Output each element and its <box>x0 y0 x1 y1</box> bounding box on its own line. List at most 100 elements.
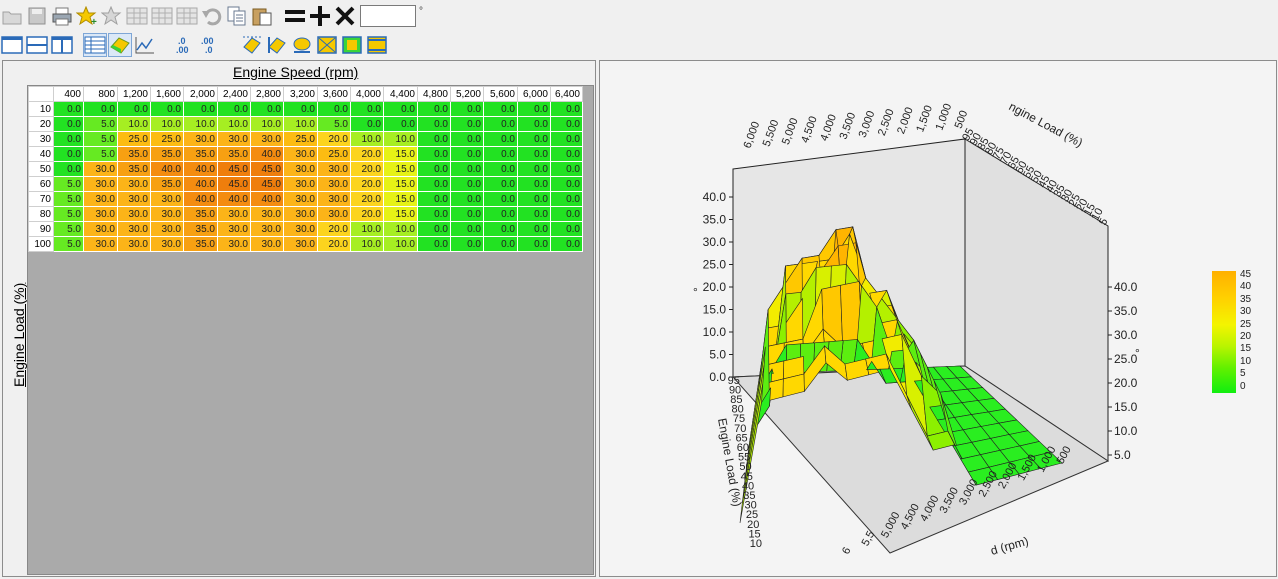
table-cell[interactable]: 25.0 <box>283 131 318 147</box>
table-cell[interactable]: 0.0 <box>483 176 518 192</box>
table-cell[interactable]: 30.0 <box>83 236 118 252</box>
table-cell[interactable]: 30.0 <box>150 221 184 237</box>
table-cell[interactable]: 0.0 <box>483 131 518 147</box>
table-cell[interactable]: 0.0 <box>483 206 518 222</box>
table-cell[interactable]: 30.0 <box>150 236 184 252</box>
table-cell[interactable]: 0.0 <box>317 101 351 117</box>
table-cell[interactable]: 15.0 <box>383 161 418 177</box>
save-button[interactable] <box>25 4 49 28</box>
table-cell[interactable]: 35.0 <box>183 206 218 222</box>
interpolate-vertical-button[interactable] <box>265 33 289 57</box>
row-header[interactable]: 60 <box>28 176 54 192</box>
table-cell[interactable]: 0.0 <box>53 146 84 162</box>
table-cell[interactable]: 0.0 <box>417 191 451 207</box>
table-cell[interactable]: 30.0 <box>250 236 284 252</box>
table-cell[interactable]: 0.0 <box>53 116 84 132</box>
table-cell[interactable]: 5.0 <box>83 131 118 147</box>
add-favorite-button[interactable]: + <box>75 4 99 28</box>
table-cell[interactable]: 5.0 <box>53 176 84 192</box>
column-header[interactable]: 6,400 <box>550 86 583 102</box>
table-cell[interactable]: 0.0 <box>450 206 484 222</box>
table-cell[interactable]: 25.0 <box>317 146 351 162</box>
table-cell[interactable]: 0.0 <box>550 161 583 177</box>
column-header[interactable]: 3,200 <box>283 86 318 102</box>
table-cell[interactable]: 0.0 <box>517 176 551 192</box>
table-cell[interactable]: 0.0 <box>550 146 583 162</box>
table-cell[interactable]: 30.0 <box>217 131 251 147</box>
row-header[interactable]: 90 <box>28 221 54 237</box>
table-cell[interactable]: 0.0 <box>550 176 583 192</box>
table-cell[interactable]: 30.0 <box>283 221 318 237</box>
table-cell[interactable]: 0.0 <box>53 101 84 117</box>
table-cell[interactable]: 30.0 <box>117 191 151 207</box>
table-cell[interactable]: 30.0 <box>283 236 318 252</box>
table-cell[interactable]: 0.0 <box>450 116 484 132</box>
table-cell[interactable]: 0.0 <box>417 116 451 132</box>
smooth-button[interactable] <box>290 33 314 57</box>
table-cell[interactable]: 0.0 <box>517 101 551 117</box>
column-header[interactable]: 2,800 <box>250 86 284 102</box>
select-all-button[interactable] <box>315 33 339 57</box>
table-cell[interactable]: 40.0 <box>217 191 251 207</box>
table-cell[interactable]: 45.0 <box>250 176 284 192</box>
table-cell[interactable]: 40.0 <box>250 191 284 207</box>
set-operator-button[interactable] <box>283 4 307 28</box>
table-cell[interactable]: 0.0 <box>483 116 518 132</box>
table-cell[interactable]: 0.0 <box>450 131 484 147</box>
table-cell[interactable]: 0.0 <box>483 236 518 252</box>
table-cell[interactable]: 15.0 <box>383 146 418 162</box>
table-delete-button[interactable] <box>150 4 174 28</box>
table-cell[interactable]: 10.0 <box>350 236 384 252</box>
table-cell[interactable]: 0.0 <box>483 101 518 117</box>
table-cell[interactable]: 20.0 <box>350 191 384 207</box>
table-cell[interactable]: 30.0 <box>117 176 151 192</box>
table-cell[interactable]: 40.0 <box>150 161 184 177</box>
decrease-decimals-button[interactable]: .0.00 <box>174 33 198 57</box>
table-cell[interactable]: 5.0 <box>53 206 84 222</box>
table-cell[interactable]: 30.0 <box>217 236 251 252</box>
table-cell[interactable]: 30.0 <box>150 191 184 207</box>
table-cell[interactable]: 0.0 <box>417 206 451 222</box>
remove-favorite-button[interactable] <box>100 4 124 28</box>
surface-3d-plot[interactable]: 0.0 5.0 10.0 15.0 20.0 25.0 30.0 35.0 40.0 5.0 10.… <box>600 61 1276 576</box>
column-header[interactable]: 4,800 <box>417 86 451 102</box>
table-cell[interactable]: 30.0 <box>283 206 318 222</box>
table-cell[interactable]: 5.0 <box>53 221 84 237</box>
interpolate-horizontal-button[interactable] <box>240 33 264 57</box>
clear-button[interactable] <box>365 33 389 57</box>
column-header[interactable]: 400 <box>53 86 84 102</box>
add-operator-button[interactable] <box>308 4 332 28</box>
table-cell[interactable]: 35.0 <box>150 146 184 162</box>
table-cell[interactable]: 0.0 <box>53 161 84 177</box>
table-cell[interactable]: 0.0 <box>483 146 518 162</box>
table-cell[interactable]: 40.0 <box>183 176 218 192</box>
table-cell[interactable]: 0.0 <box>483 221 518 237</box>
table-cell[interactable]: 0.0 <box>450 191 484 207</box>
table-options-button[interactable] <box>175 4 199 28</box>
table-cell[interactable]: 10.0 <box>183 116 218 132</box>
column-header[interactable]: 1,600 <box>150 86 184 102</box>
column-header[interactable]: 1,200 <box>117 86 151 102</box>
table-cell[interactable]: 0.0 <box>450 221 484 237</box>
table-cell[interactable]: 10.0 <box>250 116 284 132</box>
table-cell[interactable]: 0.0 <box>517 131 551 147</box>
table-cell[interactable]: 35.0 <box>117 161 151 177</box>
table-cell[interactable]: 0.0 <box>417 131 451 147</box>
table-cell[interactable]: 0.0 <box>550 131 583 147</box>
table-cell[interactable]: 30.0 <box>317 206 351 222</box>
table-cell[interactable]: 0.0 <box>417 146 451 162</box>
table-cell[interactable]: 0.0 <box>550 206 583 222</box>
table-cell[interactable]: 25.0 <box>117 131 151 147</box>
table-cell[interactable]: 10.0 <box>350 221 384 237</box>
view-table-button[interactable] <box>83 33 107 57</box>
table-cell[interactable]: 10.0 <box>383 131 418 147</box>
table-cell[interactable]: 15.0 <box>383 176 418 192</box>
table-cell[interactable]: 30.0 <box>283 146 318 162</box>
table-cell[interactable]: 0.0 <box>517 221 551 237</box>
table-cell[interactable]: 10.0 <box>117 116 151 132</box>
table-cell[interactable]: 20.0 <box>317 221 351 237</box>
table-cell[interactable]: 0.0 <box>83 101 118 117</box>
table-cell[interactable]: 10.0 <box>283 116 318 132</box>
table-cell[interactable]: 0.0 <box>450 101 484 117</box>
table-cell[interactable]: 0.0 <box>517 146 551 162</box>
